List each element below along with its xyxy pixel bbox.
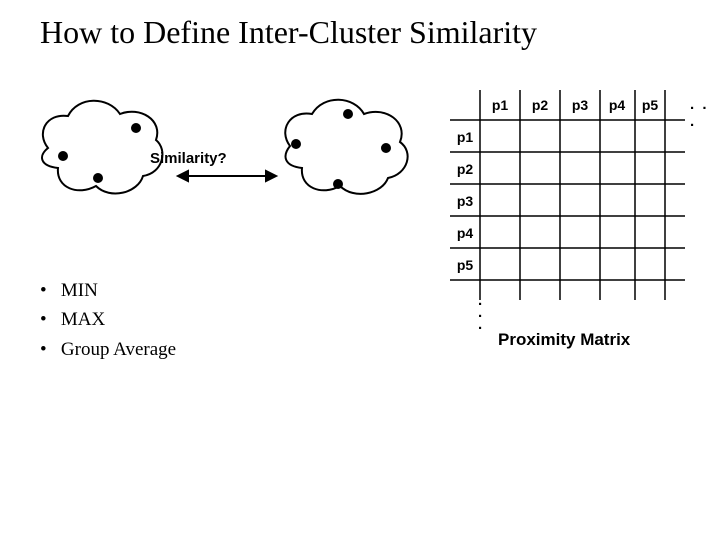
cluster-diagram <box>28 78 428 238</box>
matrix-col-header: p2 <box>532 97 549 113</box>
matrix-row-header: p1 <box>457 129 474 145</box>
matrix-caption: Proximity Matrix <box>498 330 630 350</box>
list-item: MAX <box>40 305 176 334</box>
list-item: MIN <box>40 276 176 305</box>
matrix-row-header: p2 <box>457 161 474 177</box>
similarity-label: Similarity? <box>150 150 227 167</box>
matrix-col-header: p1 <box>492 97 509 113</box>
matrix-row-header: p4 <box>457 225 474 241</box>
cluster-left-point <box>93 173 103 183</box>
methods-list: MIN MAX Group Average <box>40 276 176 364</box>
matrix-col-header: p4 <box>609 97 626 113</box>
cluster-left-point <box>131 123 141 133</box>
matrix-col-ellipsis: . . . <box>690 96 720 130</box>
cluster-right-point <box>381 143 391 153</box>
cluster-left-point <box>58 151 68 161</box>
matrix-row-header: p5 <box>457 257 474 273</box>
proximity-matrix: p1 p2 p3 p4 p5 p1 p2 p3 p4 p5 <box>450 90 685 300</box>
matrix-row-ellipsis: . . . <box>478 295 482 331</box>
cluster-right-point <box>333 179 343 189</box>
slide-title: How to Define Inter-Cluster Similarity <box>40 14 537 51</box>
list-item: Group Average <box>40 335 176 364</box>
matrix-row-header: p3 <box>457 193 474 209</box>
cluster-right-point <box>291 139 301 149</box>
cluster-right-point <box>343 109 353 119</box>
similarity-arrow <box>178 171 276 181</box>
matrix-col-header: p5 <box>642 97 659 113</box>
matrix-col-header: p3 <box>572 97 589 113</box>
